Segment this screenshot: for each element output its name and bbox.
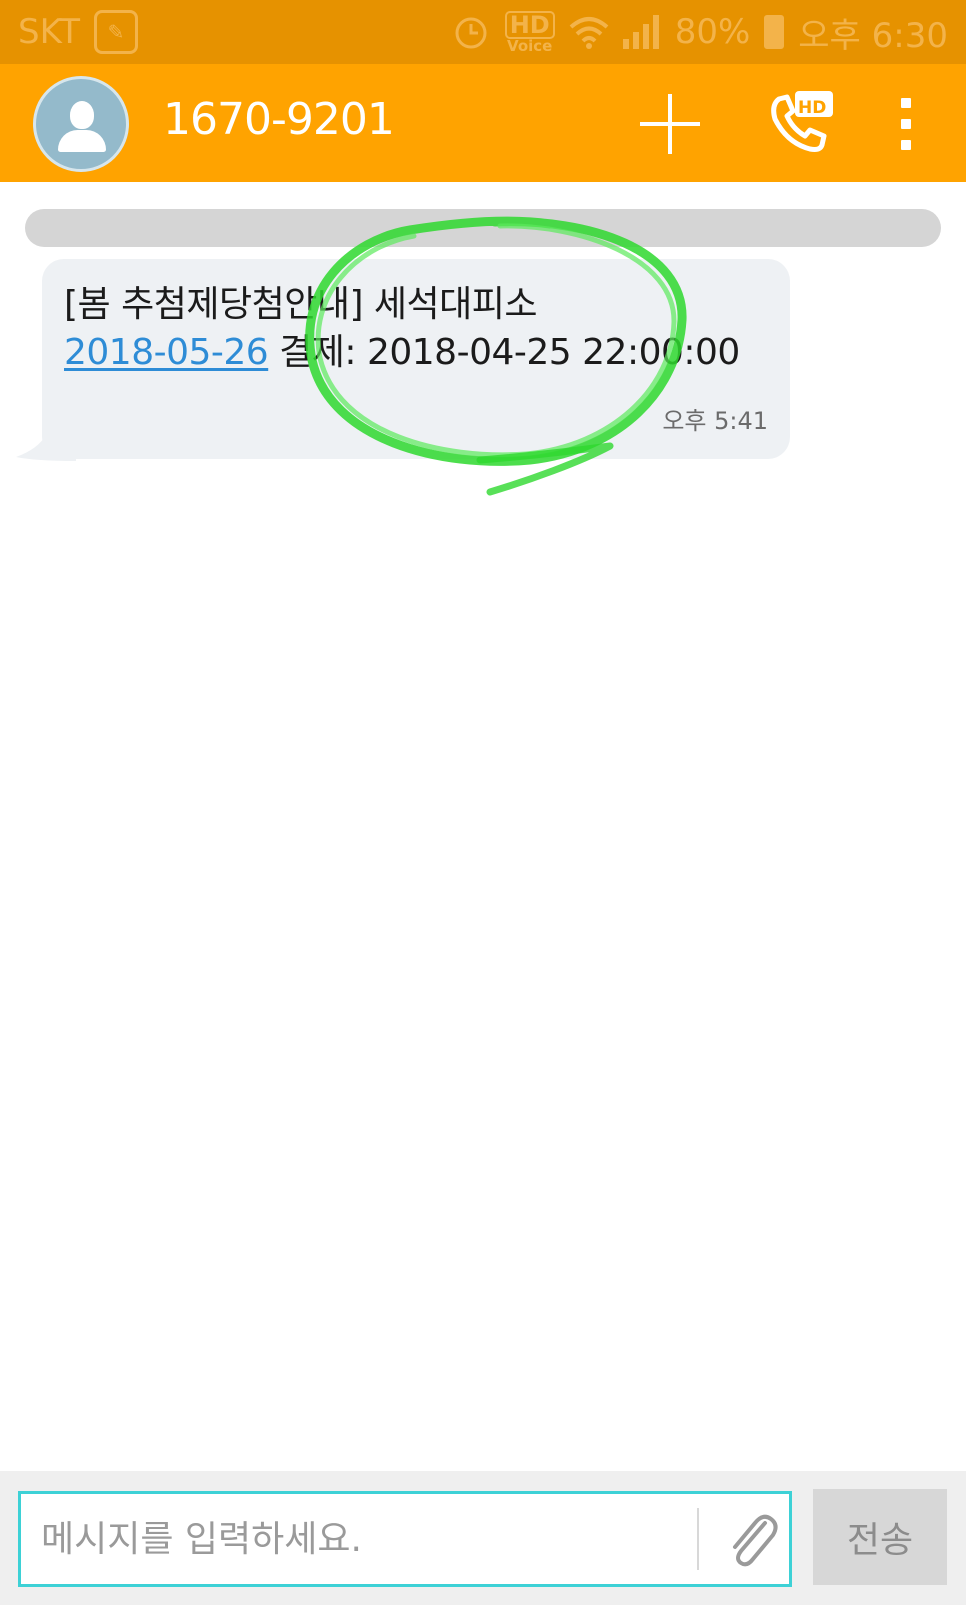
date-separator — [25, 209, 941, 247]
more-options-button[interactable] — [866, 84, 946, 164]
status-bar: SKT ✎ HD Voice 80% 오후 6:30 — [0, 0, 966, 64]
conversation-header: 1670-9201 HD — [0, 64, 966, 182]
carrier-label: SKT — [18, 12, 81, 52]
status-time: 오후 6:30 — [798, 15, 948, 56]
alarm-icon — [451, 12, 491, 52]
battery-icon — [764, 15, 785, 49]
notification-app-icon: ✎ — [94, 10, 139, 54]
add-icon — [640, 94, 700, 154]
message-line-1: [봄 추첨제당첨안내] 세석대피소 — [64, 284, 538, 325]
add-button[interactable] — [630, 84, 710, 164]
message-text: [봄 추첨제당첨안내] 세석대피소 2018-05-26 결제: 2018-04… — [64, 281, 766, 377]
hd-call-badge: HD — [798, 98, 827, 118]
signal-icon — [622, 15, 661, 49]
message-line-2-rest: 결제: 2018-04-25 22:00:00 — [268, 332, 740, 373]
battery-percent: 80% — [674, 12, 751, 52]
hd-call-button[interactable]: HD — [760, 84, 840, 164]
contact-avatar-icon[interactable] — [33, 76, 129, 172]
hd-voice-voice-text: Voice — [507, 36, 553, 55]
composer-box — [18, 1491, 792, 1587]
status-left: SKT ✎ — [18, 10, 139, 54]
composer-bar: 전송 — [0, 1471, 966, 1605]
paperclip-icon — [733, 1514, 778, 1567]
wifi-icon — [569, 15, 609, 49]
hd-voice-icon: HD Voice — [504, 10, 555, 55]
message-line-2: 2018-05-26 결제: 2018-04-25 22:00:00 — [64, 329, 766, 377]
message-bubble[interactable]: [봄 추첨제당첨안내] 세석대피소 2018-05-26 결제: 2018-04… — [42, 259, 790, 459]
message-timestamp: 오후 5:41 — [662, 407, 768, 435]
send-button[interactable]: 전송 — [813, 1489, 947, 1585]
more-icon — [901, 98, 911, 150]
contact-number[interactable]: 1670-9201 — [163, 94, 395, 145]
message-input[interactable] — [41, 1494, 701, 1584]
status-right: HD Voice 80% 오후 6:30 — [451, 8, 948, 57]
date-link[interactable]: 2018-05-26 — [64, 332, 269, 373]
attach-button[interactable] — [721, 1506, 785, 1572]
input-divider — [697, 1508, 699, 1570]
hd-voice-hd-text: HD — [504, 10, 555, 39]
